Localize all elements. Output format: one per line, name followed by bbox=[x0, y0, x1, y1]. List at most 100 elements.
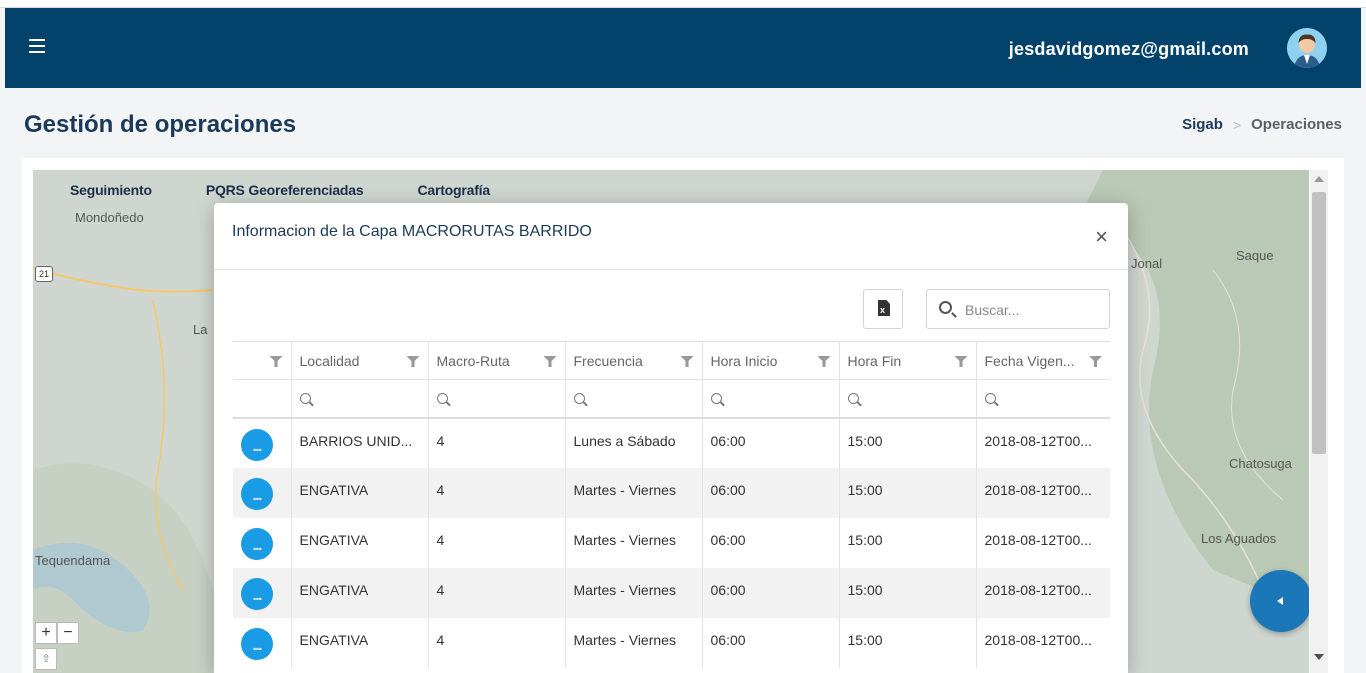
row-action-cell: ... bbox=[233, 518, 291, 568]
table-row: ... ENGATIVA 4 Martes - Viernes 06:00 15… bbox=[233, 517, 1110, 568]
column-header-hora-fin[interactable]: Hora Fin bbox=[838, 341, 976, 380]
cell-frecuencia: Martes - Viernes bbox=[564, 517, 702, 568]
column-header-macro-ruta[interactable]: Macro-Ruta bbox=[427, 341, 565, 380]
zoom-out-button[interactable]: − bbox=[57, 622, 79, 644]
cell-fecha-vigencia: 2018-08-12T00... bbox=[975, 617, 1110, 668]
row-action-cell: ... bbox=[233, 567, 291, 618]
page-scrollbar[interactable] bbox=[1310, 170, 1328, 673]
hamburger-menu-icon[interactable] bbox=[29, 39, 45, 53]
zoom-controls: + − bbox=[35, 622, 79, 644]
cell-hora-inicio: 06:00 bbox=[701, 417, 839, 468]
scroll-down-icon[interactable] bbox=[1314, 654, 1324, 660]
column-header-frecuencia[interactable]: Frecuencia bbox=[564, 341, 702, 380]
column-header-localidad[interactable]: Localidad bbox=[290, 341, 428, 380]
map-label-jonal: Jonal bbox=[1131, 256, 1163, 271]
search-icon bbox=[984, 393, 996, 405]
grid-header-row: Localidad Macro-Ruta Frecuencia Hora Ini… bbox=[233, 341, 1110, 380]
cell-hora-inicio: 06:00 bbox=[701, 567, 839, 618]
cell-hora-inicio: 06:00 bbox=[701, 617, 839, 668]
page-header: Gestión de operaciones Sigab > Operacion… bbox=[5, 88, 1361, 158]
search-input[interactable] bbox=[965, 298, 1105, 322]
table-row: ... ENGATIVA 4 Martes - Viernes 06:00 15… bbox=[233, 567, 1110, 618]
filter-cell[interactable] bbox=[290, 379, 428, 419]
breadcrumb-current: Operaciones bbox=[1251, 116, 1342, 133]
filter-icon[interactable] bbox=[680, 356, 694, 367]
cell-frecuencia: Martes - Viernes bbox=[564, 567, 702, 618]
cell-hora-fin: 15:00 bbox=[838, 517, 976, 568]
page-title: Gestión de operaciones bbox=[24, 111, 297, 138]
cell-hora-fin: 15:00 bbox=[838, 567, 976, 618]
row-action-cell: ... bbox=[233, 418, 291, 468]
map-label-saque: Saque bbox=[1236, 248, 1274, 263]
cell-frecuencia: Martes - Viernes bbox=[564, 467, 702, 518]
cell-macro-ruta: 4 bbox=[427, 467, 565, 518]
cell-hora-fin: 15:00 bbox=[838, 467, 976, 518]
filter-icon[interactable] bbox=[543, 356, 557, 367]
row-actions-button[interactable]: ... bbox=[241, 577, 273, 610]
cell-hora-fin: 15:00 bbox=[838, 417, 976, 468]
filter-cell[interactable] bbox=[975, 379, 1110, 419]
row-actions-button[interactable]: ... bbox=[241, 527, 273, 560]
cell-hora-inicio: 06:00 bbox=[701, 517, 839, 568]
scroll-up-icon[interactable] bbox=[1314, 176, 1324, 182]
modal-title: Informacion de la Capa MACRORUTAS BARRID… bbox=[232, 223, 592, 240]
row-actions-button[interactable]: ... bbox=[241, 627, 273, 660]
table-row: ... ENGATIVA 4 Martes - Viernes 06:00 15… bbox=[233, 467, 1110, 518]
map-label-la: La bbox=[193, 322, 208, 337]
search-icon bbox=[436, 393, 448, 405]
filter-icon[interactable] bbox=[269, 356, 283, 367]
map-label-mondonedo: Mondoñedo bbox=[75, 210, 144, 225]
column-header-fecha-vigencia[interactable]: Fecha Vigen... bbox=[975, 341, 1110, 380]
row-actions-button[interactable]: ... bbox=[241, 428, 273, 461]
filter-icon[interactable] bbox=[406, 356, 420, 367]
export-excel-button[interactable]: x bbox=[863, 289, 903, 329]
search-icon bbox=[299, 393, 311, 405]
cell-macro-ruta: 4 bbox=[427, 617, 565, 668]
column-header-hora-inicio[interactable]: Hora Inicio bbox=[701, 341, 839, 380]
cell-localidad: ENGATIVA bbox=[290, 467, 428, 518]
top-navbar: jesdavidgomez@gmail.com bbox=[5, 8, 1361, 88]
map-label-chatosuga: Chatosuga bbox=[1229, 456, 1292, 471]
route-shield: 21 bbox=[35, 266, 53, 282]
row-action-cell: ... bbox=[233, 618, 291, 668]
cell-fecha-vigencia: 2018-08-12T00... bbox=[975, 467, 1110, 518]
filter-cell[interactable] bbox=[838, 379, 976, 419]
filter-cell[interactable] bbox=[427, 379, 565, 419]
cell-fecha-vigencia: 2018-08-12T00... bbox=[975, 417, 1110, 468]
modal-divider bbox=[214, 269, 1128, 270]
breadcrumb-root-link[interactable]: Sigab bbox=[1182, 116, 1223, 133]
table-row: ... BARRIOS UNID... 4 Lunes a Sábado 06:… bbox=[233, 417, 1110, 468]
close-icon[interactable]: × bbox=[1095, 226, 1108, 248]
north-arrow-icon[interactable]: ⇧ bbox=[35, 648, 57, 670]
user-email[interactable]: jesdavidgomez@gmail.com bbox=[1009, 39, 1249, 60]
map-label-tequendama: Tequendama bbox=[35, 553, 111, 568]
row-actions-button[interactable]: ... bbox=[241, 477, 273, 510]
cell-localidad: ENGATIVA bbox=[290, 517, 428, 568]
column-header-actions bbox=[233, 341, 291, 380]
grid-filter-row bbox=[233, 379, 1110, 419]
user-avatar-icon[interactable] bbox=[1287, 28, 1327, 68]
table-row: ... ENGATIVA 4 Martes - Viernes 06:00 15… bbox=[233, 617, 1110, 668]
cell-fecha-vigencia: 2018-08-12T00... bbox=[975, 517, 1110, 568]
zoom-in-button[interactable]: + bbox=[35, 622, 57, 644]
excel-glyph: x bbox=[880, 305, 886, 315]
filter-icon[interactable] bbox=[1089, 356, 1102, 367]
breadcrumb: Sigab > Operaciones bbox=[1182, 116, 1342, 133]
filter-cell[interactable] bbox=[564, 379, 702, 419]
search-icon bbox=[710, 393, 722, 405]
filter-cell[interactable] bbox=[701, 379, 839, 419]
cell-frecuencia: Lunes a Sábado bbox=[564, 417, 702, 468]
filter-icon[interactable] bbox=[954, 356, 968, 367]
scroll-thumb[interactable] bbox=[1312, 192, 1326, 454]
cell-hora-fin: 15:00 bbox=[838, 617, 976, 668]
cell-hora-inicio: 06:00 bbox=[701, 467, 839, 518]
filter-icon[interactable] bbox=[817, 356, 831, 367]
collapse-panel-button[interactable] bbox=[1250, 570, 1309, 632]
layer-info-modal: Informacion de la Capa MACRORUTAS BARRID… bbox=[214, 203, 1128, 673]
row-action-cell: ... bbox=[233, 467, 291, 518]
map-tab-seguimiento[interactable]: Seguimiento bbox=[33, 170, 170, 210]
chevron-right-icon: > bbox=[1232, 116, 1242, 133]
cell-macro-ruta: 4 bbox=[427, 567, 565, 618]
cell-macro-ruta: 4 bbox=[427, 517, 565, 568]
cell-localidad: ENGATIVA bbox=[290, 567, 428, 618]
